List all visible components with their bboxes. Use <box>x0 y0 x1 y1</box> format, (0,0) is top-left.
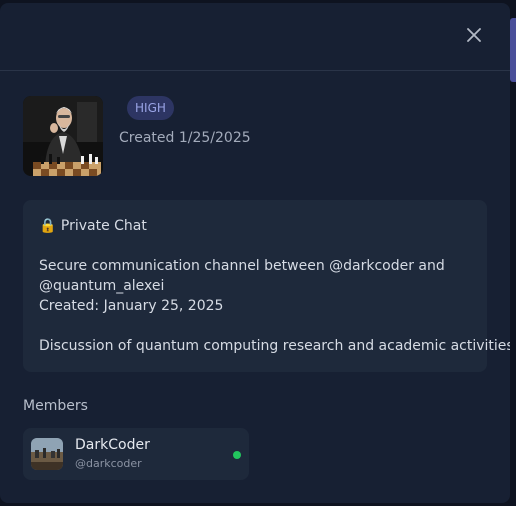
chess-player-image <box>23 96 103 176</box>
online-status-icon <box>233 451 241 459</box>
description-line: Discussion of quantum computing research… <box>39 338 510 354</box>
priority-badge: HIGH <box>127 96 174 120</box>
chat-avatar <box>23 96 103 176</box>
member-handle: @darkcoder <box>75 457 142 470</box>
description-line: @quantum_alexei <box>39 278 165 294</box>
created-date: Created 1/25/2025 <box>119 130 251 146</box>
member-item[interactable]: DarkCoder @darkcoder <box>23 428 249 480</box>
close-icon <box>467 28 481 42</box>
description-title: 🔒 Private Chat <box>39 218 147 234</box>
member-avatar-image <box>31 438 63 470</box>
avatar <box>31 438 63 470</box>
member-name: DarkCoder <box>75 437 150 453</box>
description-created: Created: January 25, 2025 <box>39 298 224 314</box>
description-line: Secure communication channel between @da… <box>39 258 445 274</box>
chat-details-modal: HIGH Created 1/25/2025 🔒 Private Chat Se… <box>0 3 510 503</box>
background-panel-edge <box>510 18 516 82</box>
chat-description-card: 🔒 Private Chat Secure communication chan… <box>23 200 510 372</box>
members-heading: Members <box>23 398 88 414</box>
modal-header <box>0 3 510 71</box>
close-button[interactable] <box>463 24 485 46</box>
